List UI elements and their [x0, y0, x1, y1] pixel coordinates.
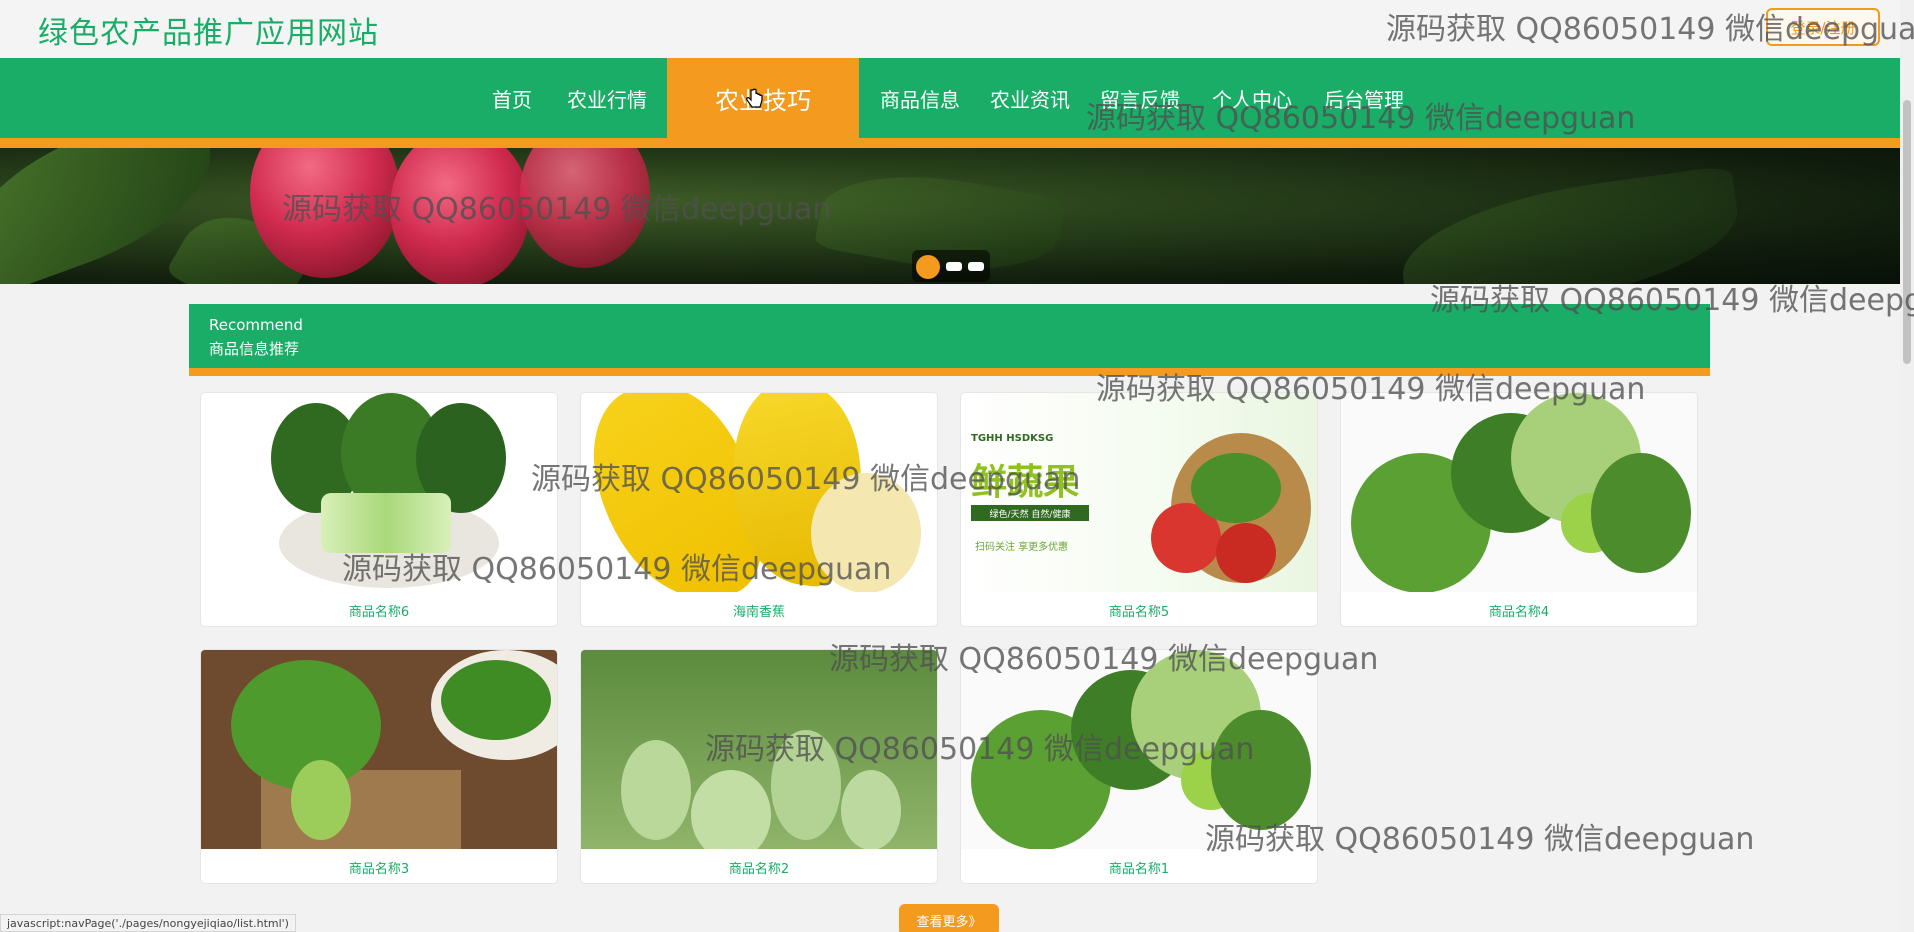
- product-card[interactable]: 商品名称6: [200, 392, 558, 627]
- scrollbar-thumb[interactable]: [1903, 100, 1911, 364]
- product-image: [201, 650, 557, 849]
- carousel-dot-3[interactable]: [968, 262, 984, 271]
- veg-shape: [1191, 453, 1281, 523]
- product-image: [581, 650, 937, 849]
- promo-headline: 鲜蔬果: [971, 462, 1080, 503]
- carousel-dot-2[interactable]: [946, 262, 962, 271]
- nav-item-news[interactable]: 农业资讯: [986, 58, 1074, 138]
- site-title: 绿色农产品推广应用网站: [38, 16, 379, 51]
- product-name: 商品名称2: [728, 862, 790, 877]
- gourd-shape: [841, 770, 901, 849]
- promo-tags: 绿色/天然 自然/健康: [971, 505, 1089, 521]
- recommend-header: Recommend 商品信息推荐: [189, 304, 1710, 368]
- broccoli-stem: [291, 760, 351, 840]
- login-button[interactable]: 登录/注册: [1766, 8, 1880, 46]
- banner-raspberry: [520, 148, 650, 268]
- product-image: [201, 393, 557, 592]
- product-name: 商品名称4: [1488, 605, 1550, 620]
- gourd-shape: [691, 770, 771, 849]
- product-card[interactable]: 商品名称3: [200, 649, 558, 884]
- veg-shape: [1211, 710, 1311, 830]
- recommend-accent-line: [189, 368, 1710, 376]
- veg-shape: [1591, 453, 1691, 573]
- nav-item-profile[interactable]: 个人中心: [1208, 58, 1296, 138]
- promo-brand: TGHH HSDKSG: [971, 433, 1054, 444]
- stem-shape: [321, 493, 451, 553]
- promo-slogan: 扫码关注 享更多优惠: [975, 542, 1069, 553]
- product-image: [1341, 393, 1697, 592]
- nav-item-market[interactable]: 农业行情: [563, 58, 651, 138]
- hand-pointer-icon: [746, 88, 763, 108]
- banana-peeled-shape: [811, 473, 921, 592]
- banner-raspberry: [390, 148, 530, 284]
- main-nav: 首页 农业行情 农业技巧 商品信息 农业资讯 留言反馈 个人中心 后台管理: [0, 58, 1900, 138]
- gourd-shape: [771, 730, 841, 840]
- nav-item-admin[interactable]: 后台管理: [1320, 58, 1408, 138]
- nav-item-products[interactable]: 商品信息: [876, 58, 964, 138]
- browser-status-bar: javascript:navPage('./pages/nongyejiqiao…: [0, 914, 296, 932]
- product-name: 海南香蕉: [732, 605, 785, 620]
- carousel-indicators: [912, 250, 990, 282]
- product-card[interactable]: 海南香蕉: [580, 392, 938, 627]
- gourd-shape: [621, 740, 691, 840]
- product-card[interactable]: TGHH HSDKSG 鲜蔬果 绿色/天然 自然/健康 扫码关注 享更多优惠 商…: [960, 392, 1318, 627]
- view-more-button[interactable]: 查看更多》: [899, 904, 999, 932]
- product-name: 商品名称1: [1108, 862, 1170, 877]
- page-scrollbar[interactable]: [1900, 0, 1914, 932]
- product-name: 商品名称3: [348, 862, 410, 877]
- recommend-title-cn: 商品信息推荐: [209, 340, 300, 358]
- product-card[interactable]: 商品名称1: [960, 649, 1318, 884]
- product-image: TGHH HSDKSG 鲜蔬果 绿色/天然 自然/健康 扫码关注 享更多优惠: [961, 393, 1317, 592]
- product-name: 商品名称6: [348, 605, 410, 620]
- carousel-dot-1[interactable]: [916, 255, 940, 279]
- product-image: [581, 393, 937, 592]
- banner-leaf: [1393, 164, 1747, 284]
- recommend-title-en: Recommend: [209, 316, 303, 334]
- apple-shape: [1216, 523, 1276, 583]
- product-card[interactable]: 商品名称4: [1340, 392, 1698, 627]
- broccoli-shape: [441, 660, 551, 740]
- product-image: [961, 650, 1317, 849]
- nav-item-home[interactable]: 首页: [487, 58, 537, 138]
- top-header: 绿色农产品推广应用网站 登录/注册: [0, 0, 1900, 58]
- nav-accent-line: [0, 138, 1900, 148]
- product-name: 商品名称5: [1108, 605, 1170, 620]
- nav-item-feedback[interactable]: 留言反馈: [1096, 58, 1184, 138]
- product-card[interactable]: 商品名称2: [580, 649, 938, 884]
